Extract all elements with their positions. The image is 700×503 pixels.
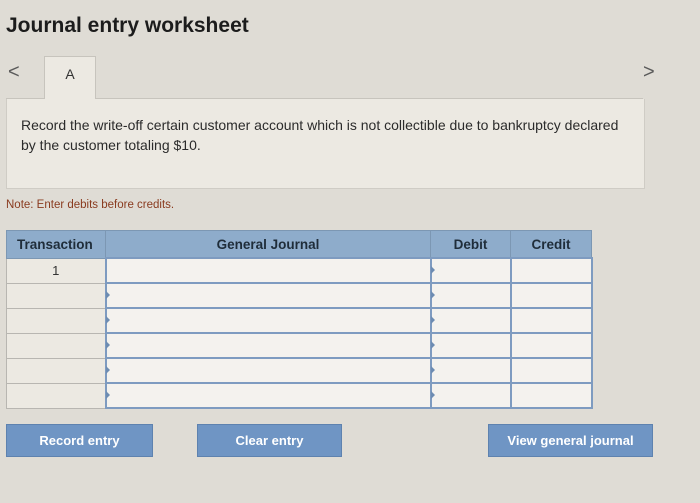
- debit-input[interactable]: [429, 282, 512, 309]
- table-row: [6, 307, 593, 334]
- transaction-cell: [6, 307, 106, 334]
- instruction-text: Record the write-off certain customer ac…: [21, 117, 619, 153]
- debit-input[interactable]: [429, 307, 512, 334]
- account-input[interactable]: [104, 282, 432, 309]
- record-entry-button[interactable]: Record entry: [6, 424, 153, 457]
- table-row: [6, 282, 593, 309]
- instruction-panel: Record the write-off certain customer ac…: [6, 99, 645, 189]
- debit-input[interactable]: [429, 257, 512, 284]
- table-row: [6, 332, 593, 359]
- column-header-transaction: Transaction: [6, 230, 106, 259]
- transaction-cell: [6, 357, 106, 384]
- debit-input[interactable]: [429, 357, 512, 384]
- column-header-general-journal: General Journal: [105, 230, 431, 259]
- note-text: Note: Enter debits before credits.: [6, 199, 175, 211]
- transaction-cell: [6, 332, 106, 359]
- table-header-row: Transaction General Journal Debit Credit: [6, 230, 592, 259]
- table-row: 1: [6, 257, 593, 284]
- account-input[interactable]: [104, 357, 432, 384]
- account-input[interactable]: [104, 332, 432, 359]
- credit-input[interactable]: [509, 307, 593, 334]
- transaction-cell: [6, 282, 106, 309]
- table-row: [6, 382, 593, 409]
- clear-entry-button[interactable]: Clear entry: [197, 424, 342, 457]
- tab-a[interactable]: A: [44, 56, 96, 99]
- account-input[interactable]: [104, 307, 432, 334]
- table-row: [6, 357, 593, 384]
- column-header-credit: Credit: [510, 230, 592, 259]
- credit-input[interactable]: [509, 332, 593, 359]
- account-input[interactable]: [104, 257, 432, 284]
- credit-input[interactable]: [509, 357, 593, 384]
- column-header-debit: Debit: [430, 230, 511, 259]
- credit-input[interactable]: [509, 257, 593, 284]
- next-arrow-icon[interactable]: >: [643, 60, 655, 84]
- debit-input[interactable]: [429, 382, 512, 409]
- previous-arrow-icon[interactable]: <: [8, 60, 20, 84]
- debit-input[interactable]: [429, 332, 512, 359]
- transaction-cell: 1: [6, 257, 106, 284]
- credit-input[interactable]: [509, 382, 593, 409]
- page-title: Journal entry worksheet: [6, 14, 249, 37]
- account-input[interactable]: [104, 382, 432, 409]
- credit-input[interactable]: [509, 282, 593, 309]
- transaction-cell: [6, 382, 106, 409]
- view-general-journal-button[interactable]: View general journal: [488, 424, 653, 457]
- journal-entry-table: Transaction General Journal Debit Credit…: [6, 230, 593, 409]
